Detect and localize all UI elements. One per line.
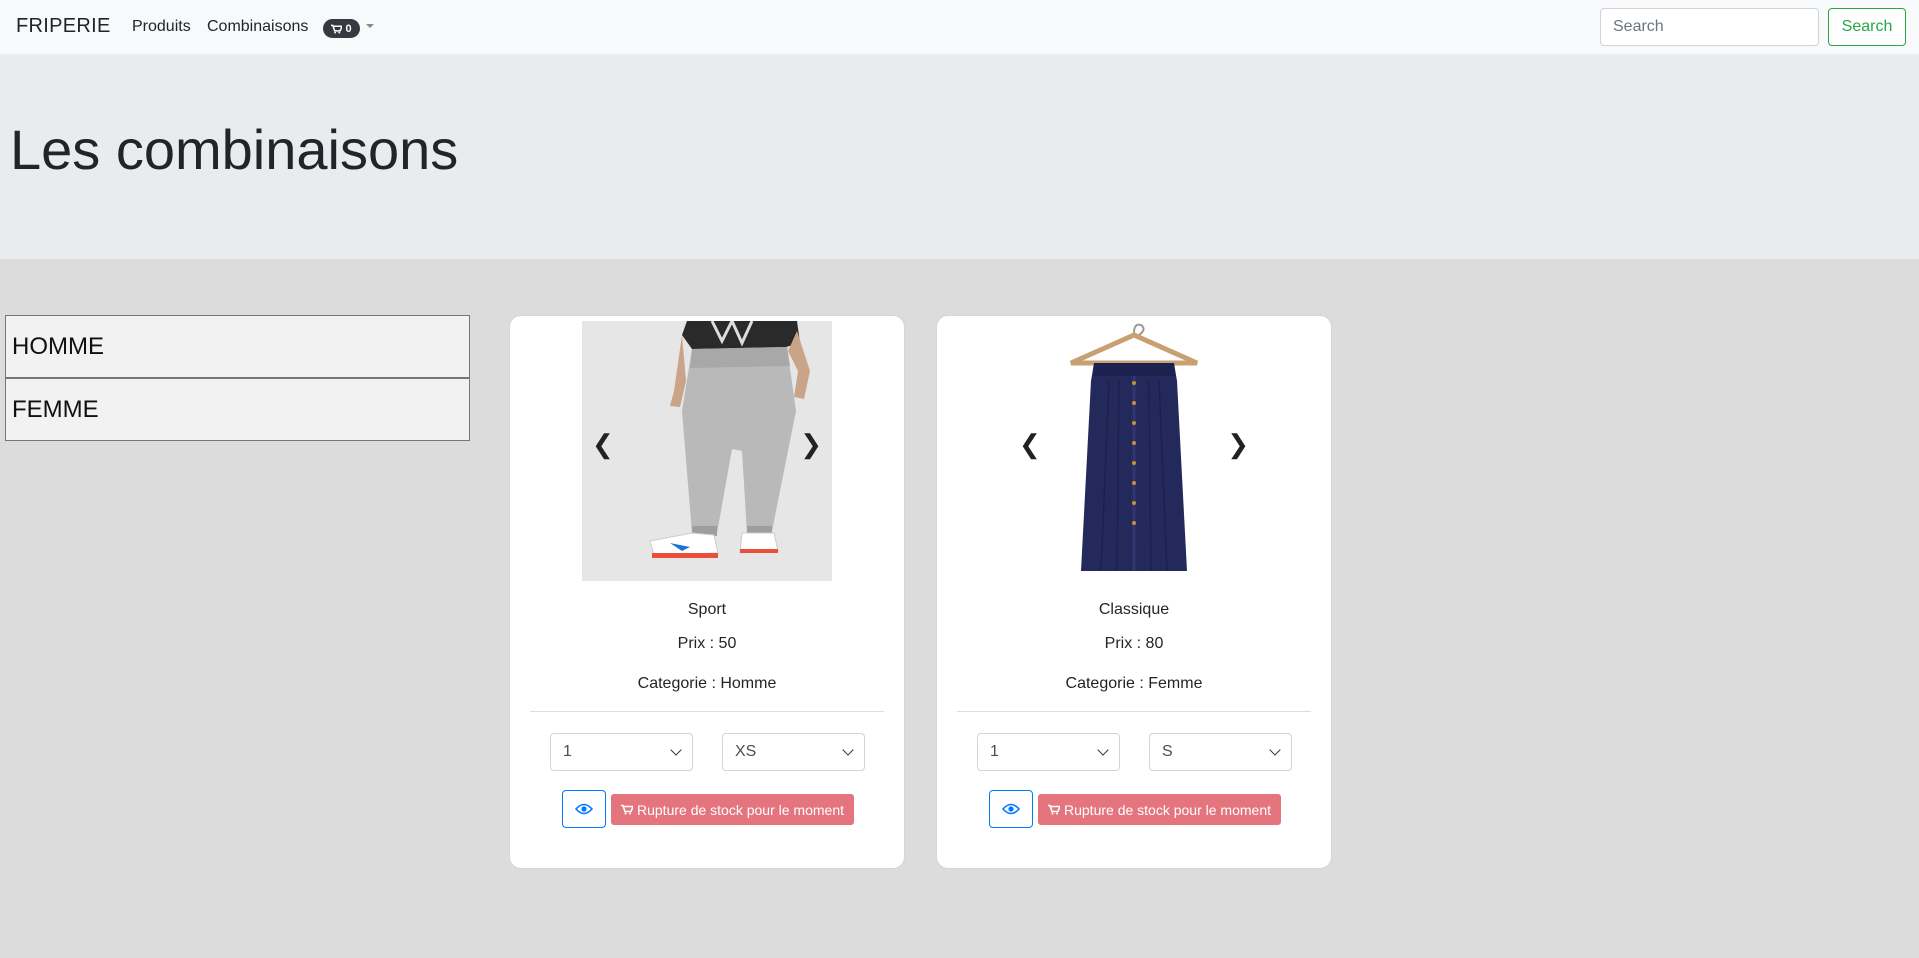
brand-logo[interactable]: FRIPERIE: [16, 15, 111, 38]
carousel-prev-icon[interactable]: ❮: [1019, 431, 1041, 457]
size-value: XS: [735, 743, 757, 760]
chevron-down-icon: [1269, 744, 1281, 756]
cart-icon: [621, 804, 633, 815]
product-price: Prix : 80: [1104, 635, 1164, 652]
chevron-down-icon: [842, 744, 854, 756]
product-image-carousel: ❮ ❯: [582, 321, 832, 581]
quantity-select[interactable]: 1: [977, 733, 1120, 771]
product-image-carousel: ❮ ❯: [1009, 321, 1259, 581]
divider: [957, 711, 1311, 712]
page-header: Les combinaisons: [0, 55, 1919, 259]
view-product-button[interactable]: [562, 790, 606, 828]
product-price: Prix : 50: [677, 635, 737, 652]
cart-icon: [1048, 804, 1060, 815]
product-category: Categorie : Homme: [637, 675, 777, 692]
out-of-stock-button[interactable]: Rupture de stock pour le moment: [611, 794, 854, 825]
carousel-prev-icon[interactable]: ❮: [592, 431, 614, 457]
out-of-stock-label: Rupture de stock pour le moment: [1064, 801, 1271, 818]
product-card: ❮ ❯ Sport Prix : 50 Categorie : Homme 1 …: [509, 315, 905, 869]
navbar: FRIPERIE Produits Combinaisons 0 Search: [0, 0, 1919, 55]
divider: [530, 711, 884, 712]
eye-icon: [575, 803, 593, 815]
chevron-down-icon: [670, 744, 682, 756]
product-card: ❮ ❯ Classique Prix : 80 Categorie : Femm…: [936, 315, 1332, 869]
out-of-stock-button[interactable]: Rupture de stock pour le moment: [1038, 794, 1281, 825]
cart-dropdown-toggle[interactable]: 0: [323, 19, 360, 38]
search-input[interactable]: [1600, 8, 1819, 46]
cart-count: 0: [345, 22, 352, 35]
size-select[interactable]: XS: [722, 733, 865, 771]
cart-icon: [331, 24, 343, 34]
product-image: [582, 321, 832, 581]
nav-link-produits[interactable]: Produits: [132, 18, 191, 36]
category-button-homme[interactable]: HOMME: [5, 315, 470, 378]
category-button-femme[interactable]: FEMME: [5, 378, 470, 441]
quantity-value: 1: [563, 743, 572, 760]
eye-icon: [1002, 803, 1020, 815]
carousel-next-icon[interactable]: ❯: [1227, 431, 1249, 457]
carousel-next-icon[interactable]: ❯: [800, 431, 822, 457]
product-category: Categorie : Femme: [1065, 675, 1203, 692]
page-title: Les combinaisons: [10, 118, 459, 181]
size-select[interactable]: S: [1149, 733, 1292, 771]
quantity-select[interactable]: 1: [550, 733, 693, 771]
out-of-stock-label: Rupture de stock pour le moment: [637, 801, 844, 818]
chevron-down-icon: [1097, 744, 1109, 756]
size-value: S: [1162, 743, 1173, 760]
nav-link-combinaisons[interactable]: Combinaisons: [207, 18, 308, 36]
search-button[interactable]: Search: [1828, 8, 1906, 46]
product-image: [1009, 321, 1259, 581]
caret-down-icon[interactable]: [366, 24, 374, 28]
product-name: Classique: [1098, 601, 1170, 618]
quantity-value: 1: [990, 743, 999, 760]
product-name: Sport: [687, 601, 727, 618]
view-product-button[interactable]: [989, 790, 1033, 828]
